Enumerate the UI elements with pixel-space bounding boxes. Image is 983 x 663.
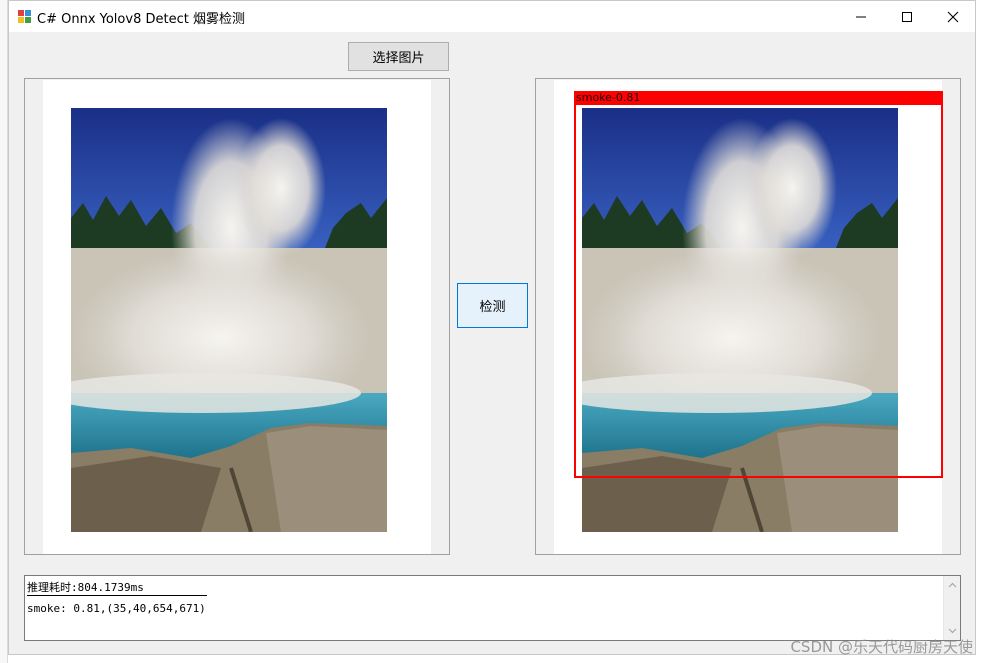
source-picturebox bbox=[24, 78, 450, 555]
detect-button[interactable]: 检测 bbox=[457, 283, 528, 328]
minimize-button[interactable] bbox=[838, 1, 884, 32]
window-title: C# Onnx Yolov8 Detect 烟雾检测 bbox=[37, 12, 245, 27]
detection-label: smoke-0.81 bbox=[576, 91, 641, 104]
source-image bbox=[71, 108, 387, 532]
maximize-icon bbox=[902, 11, 912, 22]
result-picturebox: smoke-0.81 bbox=[535, 78, 961, 555]
scroll-down-icon[interactable] bbox=[948, 626, 957, 635]
output-scrollbar[interactable] bbox=[943, 576, 960, 640]
main-window: C# Onnx Yolov8 Detect 烟雾检测 选择图片 检测 smoke… bbox=[8, 0, 976, 655]
scroll-up-icon[interactable] bbox=[948, 581, 957, 590]
close-button[interactable] bbox=[930, 1, 976, 32]
detection-result-text: smoke: 0.81,(35,40,654,671) bbox=[27, 602, 206, 615]
detection-box bbox=[574, 91, 943, 478]
output-textbox[interactable]: 推理耗时:804.1739ms smoke: 0.81,(35,40,654,6… bbox=[24, 575, 961, 641]
title-bar: C# Onnx Yolov8 Detect 烟雾检测 bbox=[9, 1, 975, 32]
select-image-button[interactable]: 选择图片 bbox=[348, 42, 449, 71]
background-window-edge bbox=[0, 0, 8, 663]
text-underline bbox=[27, 595, 207, 596]
minimize-icon bbox=[856, 16, 866, 17]
geyser-photo bbox=[71, 108, 387, 532]
watermark: CSDN @乐天代码厨房天使 bbox=[790, 638, 973, 656]
inference-time-text: 推理耗时:804.1739ms bbox=[27, 581, 144, 594]
app-icon bbox=[18, 10, 32, 24]
close-icon bbox=[947, 11, 959, 22]
maximize-button[interactable] bbox=[884, 1, 930, 32]
detection-label-bar: smoke-0.81 bbox=[574, 91, 943, 105]
